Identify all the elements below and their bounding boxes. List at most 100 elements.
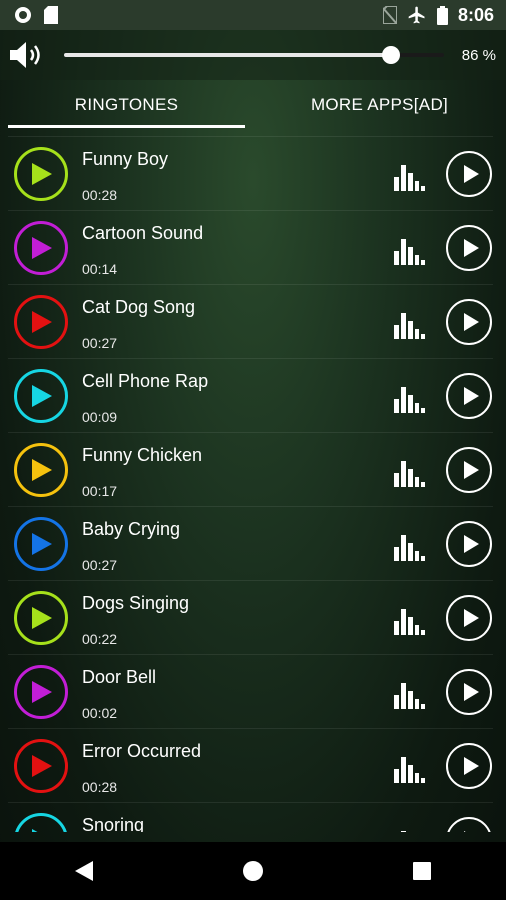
home-icon	[242, 861, 263, 881]
back-icon	[75, 861, 94, 881]
ringtone-row[interactable]: Error Occurred 00:28	[8, 728, 493, 802]
set-ringtone-button[interactable]	[446, 521, 492, 567]
play-icon	[32, 755, 52, 777]
equalizer-icon[interactable]	[394, 311, 426, 339]
ringtone-title: Door Bell	[82, 667, 157, 687]
ringtone-duration: 00:28	[82, 187, 118, 203]
equalizer-icon[interactable]	[394, 385, 426, 413]
set-ringtone-button[interactable]	[446, 447, 492, 493]
set-ringtone-button[interactable]	[446, 225, 492, 271]
set-ringtone-button[interactable]	[446, 373, 492, 419]
play-icon	[464, 313, 479, 331]
tab-more-apps[interactable]: MORE APPS[AD]	[253, 80, 506, 130]
ringtone-row[interactable]: Funny Boy 00:28	[8, 136, 493, 210]
no-sim-icon	[382, 6, 397, 24]
ringtone-play-button[interactable]	[14, 221, 68, 275]
set-ringtone-button[interactable]	[446, 595, 492, 641]
tab-ringtones-label: RINGTONES	[74, 95, 179, 114]
equalizer-icon[interactable]	[394, 459, 426, 487]
ringtone-title: Baby Crying	[82, 519, 181, 539]
play-icon	[464, 831, 466, 832]
recents-icon	[412, 862, 431, 880]
play-icon	[32, 385, 52, 407]
sd-card-icon	[44, 6, 58, 24]
equalizer-icon[interactable]	[394, 163, 426, 191]
back-button[interactable]	[54, 842, 114, 900]
ringtone-row[interactable]: Cat Dog Song 00:27	[8, 284, 493, 358]
ringtone-row[interactable]: Baby Crying 00:27	[8, 506, 493, 580]
ringtone-duration: 00:02	[82, 705, 118, 721]
ringtone-title: Cat Dog Song	[82, 297, 196, 317]
ringtone-duration: 00:28	[82, 779, 118, 795]
ringtone-list[interactable]: Funny Boy 00:28 Cartoon Sound 00:14 Cat Dog …	[8, 136, 493, 832]
equalizer-icon[interactable]	[394, 755, 426, 783]
ringtone-duration: 00:22	[82, 631, 118, 647]
ringtone-play-button[interactable]	[14, 295, 68, 349]
battery-icon	[436, 5, 448, 25]
ringtone-play-button[interactable]	[14, 443, 68, 497]
play-icon	[464, 757, 479, 775]
status-bar: 8:06	[0, 0, 506, 30]
play-icon	[464, 387, 479, 405]
ringtone-play-button[interactable]	[14, 369, 68, 423]
ringtone-title: Funny Boy	[82, 149, 169, 169]
clock: 8:06	[457, 4, 494, 25]
volume-control: 86 %	[0, 30, 506, 80]
play-icon	[32, 607, 52, 629]
navigation-bar	[0, 842, 506, 900]
ringtone-row[interactable]: Door Bell 00:02	[8, 654, 493, 728]
ringtone-row[interactable]: Funny Chicken 00:17	[8, 432, 493, 506]
home-button[interactable]	[223, 842, 283, 900]
equalizer-icon[interactable]	[394, 607, 426, 635]
ringtone-duration: 00:27	[82, 335, 118, 351]
ringtone-row[interactable]: Snoring	[8, 802, 493, 832]
play-icon	[32, 533, 52, 555]
ringtone-duration: 00:17	[82, 483, 118, 499]
equalizer-icon[interactable]	[394, 829, 426, 832]
play-icon	[32, 829, 38, 832]
set-ringtone-button[interactable]	[446, 299, 492, 345]
set-ringtone-button[interactable]	[446, 743, 492, 789]
ringtone-play-button[interactable]	[14, 517, 68, 571]
play-icon	[32, 163, 52, 185]
ringtone-title: Funny Chicken	[82, 445, 203, 465]
play-icon	[464, 239, 479, 257]
ringtone-play-button[interactable]	[14, 591, 68, 645]
ringtone-duration: 00:14	[82, 261, 118, 277]
set-ringtone-button[interactable]	[446, 669, 492, 715]
airplane-mode-icon	[408, 6, 425, 24]
set-ringtone-button[interactable]	[446, 151, 492, 197]
record-icon	[15, 7, 31, 23]
ringtone-play-button[interactable]	[14, 147, 68, 201]
volume-percent: 86 %	[461, 46, 496, 64]
ringtone-title: Cell Phone Rap	[82, 371, 209, 391]
speaker-volume-icon[interactable]	[8, 40, 46, 70]
tab-bar: RINGTONES MORE APPS[AD]	[0, 80, 506, 130]
play-icon	[32, 311, 52, 333]
ringtone-row[interactable]: Cartoon Sound 00:14	[8, 210, 493, 284]
tab-more-apps-label: MORE APPS[AD]	[310, 95, 449, 114]
equalizer-icon[interactable]	[394, 533, 426, 561]
active-tab-indicator	[8, 125, 245, 128]
ringtone-duration: 00:27	[82, 557, 118, 573]
ringtone-row[interactable]: Dogs Singing 00:22	[8, 580, 493, 654]
play-icon	[32, 459, 52, 481]
equalizer-icon[interactable]	[394, 681, 426, 709]
play-icon	[464, 609, 479, 627]
equalizer-icon[interactable]	[394, 237, 426, 265]
play-icon	[464, 165, 479, 183]
set-ringtone-button[interactable]	[446, 817, 492, 832]
ringtone-play-button[interactable]	[14, 665, 68, 719]
ringtone-row[interactable]: Cell Phone Rap 00:09	[8, 358, 493, 432]
volume-slider[interactable]	[64, 46, 444, 64]
ringtone-title: Error Occurred	[82, 741, 202, 761]
volume-slider-fill	[64, 53, 391, 57]
ringtone-play-button[interactable]	[14, 739, 68, 793]
play-icon	[464, 535, 479, 553]
ringtone-play-button[interactable]	[14, 813, 68, 832]
tab-ringtones[interactable]: RINGTONES	[0, 80, 253, 130]
ringtone-duration: 00:09	[82, 409, 118, 425]
ringtone-title: Dogs Singing	[82, 593, 190, 613]
volume-slider-thumb[interactable]	[381, 46, 400, 64]
recents-button[interactable]	[392, 842, 452, 900]
